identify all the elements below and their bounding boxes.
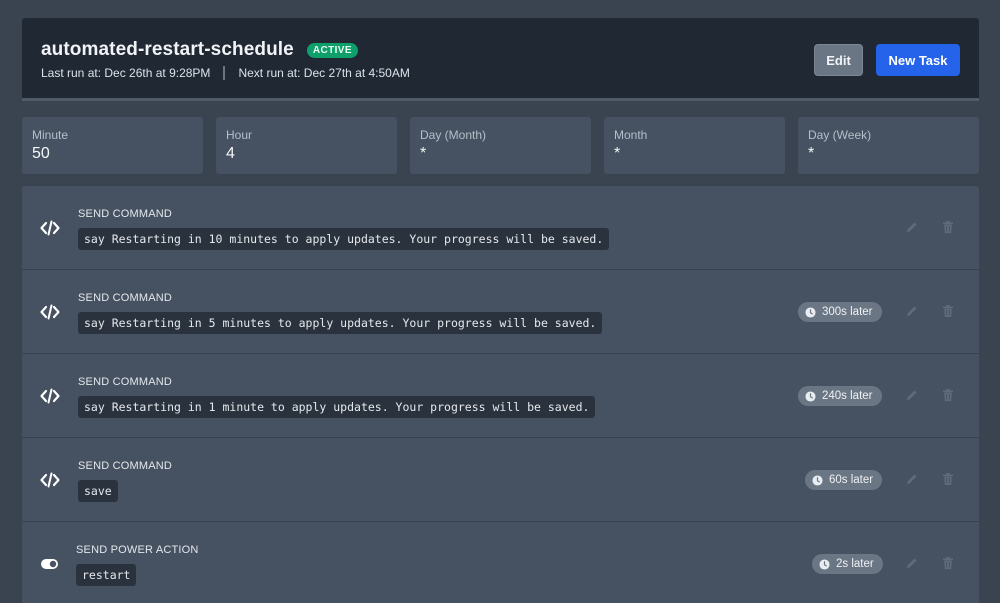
schedule-header: automated-restart-schedule ACTIVE Last r… [22,18,979,101]
delay-text: 240s later [822,390,873,402]
task-type: SEND COMMAND [78,460,173,472]
run-separator [223,66,226,80]
task-type: SEND COMMAND [78,292,173,304]
status-badge: ACTIVE [306,42,358,58]
task-payload: say Restarting in 5 minutes to apply upd… [78,312,603,334]
schedule-title: automated-restart-schedule [41,39,294,60]
code-icon [40,220,60,236]
trash-icon[interactable] [940,303,956,319]
task-row: SEND COMMAND say Restarting in 1 minute … [22,354,979,438]
delay-badge: 60s later [805,470,883,490]
pencil-icon[interactable] [904,303,920,319]
delay-badge: 300s later [798,302,882,322]
trash-icon[interactable] [940,471,956,487]
run-info: Last run at: Dec 26th at 9:28PM Next run… [41,66,410,80]
toggle-icon [41,559,58,569]
task-type: SEND COMMAND [78,208,173,220]
delay-badge: 2s later [812,554,883,574]
cron-day-month: Day (Month) * [410,117,591,174]
task-row: SEND COMMAND say Restarting in 10 minute… [22,186,979,270]
code-icon [40,388,60,404]
clock-icon [805,390,816,402]
task-row: SEND COMMAND say Restarting in 5 minutes… [22,270,979,354]
cron-value: 50 [32,145,50,162]
pencil-icon[interactable] [904,555,920,571]
trash-icon[interactable] [940,387,956,403]
delay-badge: 240s later [798,386,882,406]
cron-value: * [420,145,427,162]
cron-label: Month [614,128,648,142]
cron-month: Month * [604,117,785,174]
cron-value: * [614,145,621,162]
task-payload: say Restarting in 1 minute to apply upda… [78,396,596,418]
new-task-button[interactable]: New Task [876,44,960,76]
delay-text: 300s later [822,306,873,318]
delay-text: 60s later [829,474,874,486]
trash-icon[interactable] [940,219,956,235]
title-row: automated-restart-schedule ACTIVE [41,39,358,61]
task-row: SEND COMMAND save 60s later [22,438,979,522]
cron-value: 4 [226,145,235,162]
pencil-icon[interactable] [904,387,920,403]
task-list: SEND COMMAND say Restarting in 10 minute… [22,186,979,603]
clock-icon [819,558,830,570]
task-payload: restart [76,564,137,586]
delay-text: 2s later [836,558,874,570]
task-row: SEND POWER ACTION restart 2s later [22,522,979,603]
trash-icon[interactable] [940,555,956,571]
cron-minute: Minute 50 [22,117,203,174]
cron-hour: Hour 4 [216,117,397,174]
pencil-icon[interactable] [904,219,920,235]
task-type: SEND COMMAND [78,376,173,388]
cron-day-week: Day (Week) * [798,117,979,174]
task-payload: say Restarting in 10 minutes to apply up… [78,228,610,250]
cron-label: Minute [32,128,69,142]
cron-label: Day (Month) [420,128,487,142]
code-icon [40,304,60,320]
cron-label: Day (Week) [808,128,872,142]
next-run-text: Next run at: Dec 27th at 4:50AM [238,66,410,80]
code-icon [40,472,60,488]
cron-value: * [808,145,815,162]
task-payload: save [78,480,118,502]
last-run-text: Last run at: Dec 26th at 9:28PM [41,66,211,80]
edit-button[interactable]: Edit [814,44,863,76]
task-type: SEND POWER ACTION [76,544,199,556]
pencil-icon[interactable] [904,471,920,487]
cron-label: Hour [226,128,253,142]
clock-icon [812,474,823,486]
clock-icon [805,306,816,318]
